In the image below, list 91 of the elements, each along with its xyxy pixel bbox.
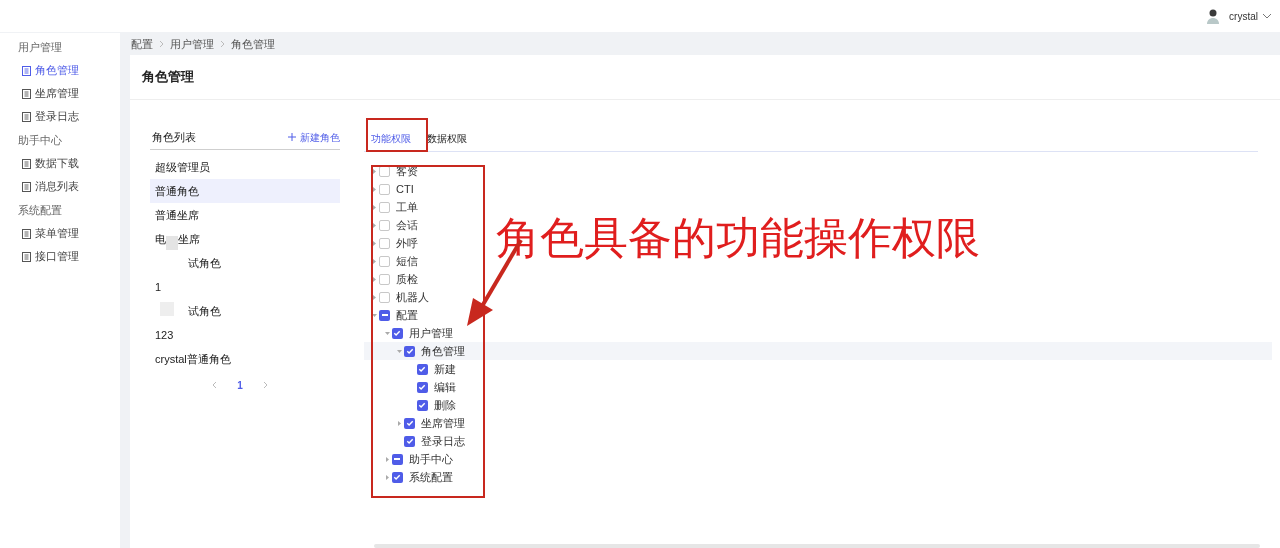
caret-right-icon[interactable] [372,222,377,228]
tree-label[interactable]: 机器人 [396,291,429,303]
checkbox[interactable] [404,345,415,357]
document-icon [22,88,31,99]
tree-label[interactable]: 质检 [396,273,418,285]
tree-label[interactable]: 客资 [396,166,418,177]
tree-label[interactable]: 工单 [396,201,418,213]
caret-right-icon[interactable] [372,186,377,192]
page-title: 角色管理 [142,68,194,87]
checkbox[interactable] [391,453,403,465]
tree-label[interactable]: 角色管理 [421,345,465,357]
tree-label[interactable]: 新建 [433,363,456,375]
checkbox[interactable] [379,219,390,231]
caret-right-icon[interactable] [372,204,377,210]
breadcrumb-item[interactable]: 角色管理 [231,35,275,53]
sidebar-group-label: 系统配置 [18,202,62,218]
document-icon [22,65,31,76]
tree-label[interactable]: 用户管理 [408,327,453,339]
checkbox[interactable] [391,327,403,339]
sidebar-group-label: 用户管理 [18,39,62,55]
document-icon [22,228,31,239]
caret-right-icon[interactable] [372,276,377,282]
caret-down-icon[interactable] [372,312,377,318]
document-icon [22,251,31,262]
redaction-block [166,236,178,250]
role-name[interactable]: 普通坐席 [155,206,199,224]
sidebar-item[interactable]: 菜单管理 [0,222,120,245]
plus-icon [288,133,296,141]
role-name[interactable]: 试角色 [188,254,221,272]
checkbox[interactable] [379,291,390,303]
tree-label[interactable]: CTI [396,183,414,195]
role-name[interactable]: 试角色 [188,302,221,320]
document-icon [22,158,31,169]
annotation-text: 角色具备的功能操作权限 [496,216,980,260]
tab[interactable]: 数据权限 [420,126,474,151]
role-name[interactable]: crystal普通角色 [155,350,231,368]
checkbox[interactable] [404,435,415,447]
role-name[interactable]: 超级管理员 [155,158,210,176]
tree-label[interactable]: 短信 [396,255,418,267]
checkbox[interactable] [379,166,390,177]
checkbox[interactable] [416,363,428,375]
sidebar-item[interactable]: 登录日志 [0,105,120,128]
caret-right-icon[interactable] [372,294,377,300]
role-name[interactable]: 123 [155,326,174,344]
sidebar-item[interactable]: 角色管理 [0,59,120,82]
checkbox[interactable] [379,201,390,213]
breadcrumb-item[interactable]: 配置 [131,35,153,53]
tree-label[interactable]: 配置 [396,309,418,321]
tree-label[interactable]: 系统配置 [408,471,453,483]
annotation-box [366,118,428,152]
user-name[interactable]: crystal [1229,8,1258,24]
new-role-button[interactable]: 新建角色 [288,129,340,145]
sidebar-item[interactable]: 消息列表 [0,175,120,198]
checkbox[interactable] [404,417,415,429]
breadcrumb-item[interactable]: 用户管理 [170,35,214,53]
checkbox[interactable] [416,399,428,411]
checkbox[interactable] [391,471,403,483]
role-name[interactable]: 坐席 [178,230,200,248]
document-icon [22,111,31,122]
checkbox[interactable] [379,255,390,267]
sidebar-item[interactable]: 数据下载 [0,152,120,175]
sidebar-item[interactable]: 接口管理 [0,245,120,268]
chevron-down-icon[interactable] [1262,13,1272,19]
caret-right-icon[interactable] [372,240,377,246]
checkbox[interactable] [379,309,390,321]
role-row-selected[interactable]: 普通角色 [150,179,340,203]
tree-label[interactable]: 删除 [433,399,456,411]
sidebar-item[interactable]: 坐席管理 [0,82,120,105]
tab[interactable]: 功能权限 [364,126,418,151]
role-name[interactable]: 普通角色 [155,182,199,200]
chevron-right-icon [220,40,225,48]
tree-label[interactable]: 登录日志 [421,435,465,447]
checkbox[interactable] [379,273,390,285]
checkbox[interactable] [416,381,428,393]
tree-label[interactable]: 外呼 [396,237,418,249]
role-name[interactable]: 电 [155,230,166,248]
document-icon [22,181,31,192]
checkbox[interactable] [379,237,390,249]
role-name[interactable]: 1 [155,278,162,296]
caret-right-icon[interactable] [372,168,377,174]
role-list-title: 角色列表 [151,129,196,145]
tree-label[interactable]: 坐席管理 [421,417,465,429]
tree-label[interactable]: 助手中心 [408,453,453,465]
avatar-icon[interactable] [1205,8,1222,24]
sidebar-group-label: 助手中心 [18,132,62,148]
checkbox[interactable] [379,183,390,195]
page-number[interactable]: 1 [237,377,243,393]
chevron-right-icon [159,40,164,48]
tree-label[interactable]: 编辑 [433,381,456,393]
caret-right-icon[interactable] [372,258,377,264]
tree-label[interactable]: 会话 [396,219,418,231]
